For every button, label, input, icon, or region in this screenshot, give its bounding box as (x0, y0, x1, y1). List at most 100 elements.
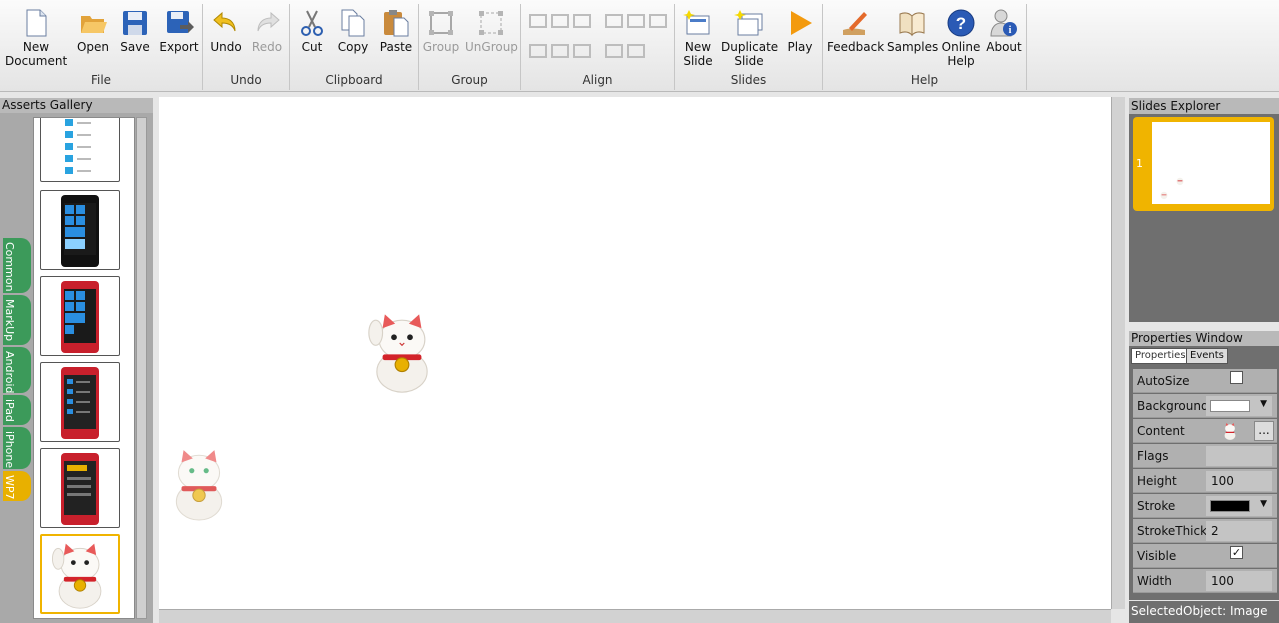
cut-button[interactable]: Cut (294, 8, 330, 54)
scissors-icon (301, 10, 323, 36)
prop-content-row: Content ... (1133, 419, 1277, 443)
group-group: Group UnGroup Group (419, 4, 521, 90)
phone-menu-thumbnail (65, 119, 91, 174)
group-icon (429, 11, 453, 35)
width-field[interactable]: 100 (1206, 571, 1272, 591)
prop-visible-row: Visible ✓ (1133, 544, 1277, 568)
prop-width-row: Width 100 (1133, 569, 1277, 593)
about-info-icon: i (990, 9, 1017, 37)
slide-canvas[interactable] (159, 97, 1111, 609)
slides-group: New Slide Duplicate Slide Play Slides (675, 4, 823, 90)
redo-arrow-icon (257, 11, 280, 32)
ribbon: New Document Open Save Export File Undo … (0, 0, 1279, 92)
file-group: New Document Open Save Export File (0, 4, 203, 90)
canvas-vertical-scrollbar[interactable] (1111, 97, 1125, 609)
prop-flags-row: Flags (1133, 444, 1277, 468)
lucky-cat-image[interactable] (163, 433, 235, 533)
selected-object-status: SelectedObject: Image (1129, 601, 1279, 623)
help-group: Feedback Samples ? Online Help i About H… (823, 4, 1027, 90)
new-slide-button[interactable]: New Slide (679, 8, 717, 68)
feedback-button[interactable]: Feedback (827, 8, 884, 54)
file-group-label: File (90, 73, 112, 87)
export-button[interactable]: Export (159, 8, 199, 54)
gallery-item[interactable] (40, 362, 120, 442)
samples-book-icon (899, 12, 925, 37)
gallery-item[interactable] (40, 190, 120, 270)
prop-label: Width (1137, 574, 1172, 588)
slides-explorer-title: Slides Explorer (1129, 98, 1279, 114)
lucky-cat-thumbnail (51, 543, 102, 609)
open-button[interactable]: Open (75, 8, 111, 54)
distribute-horizontal-icon[interactable] (605, 44, 623, 58)
content-browse-button[interactable]: ... (1254, 421, 1274, 441)
same-size-icon[interactable] (649, 14, 667, 28)
gallery-item[interactable] (40, 276, 120, 356)
new-document-icon (26, 9, 47, 37)
duplicate-slide-icon (734, 10, 763, 36)
autosize-checkbox[interactable] (1230, 371, 1243, 384)
help-group-label: Help (910, 73, 939, 87)
prop-label: AutoSize (1137, 374, 1190, 388)
slide-thumbnail[interactable]: 1 (1133, 117, 1274, 211)
about-button[interactable]: i About (985, 8, 1023, 54)
tab-common[interactable]: Common (3, 238, 31, 293)
clipboard-group-label: Clipboard (325, 73, 383, 87)
redo-button[interactable]: Redo (249, 8, 285, 54)
gallery-item-selected[interactable] (40, 534, 120, 614)
tab-events[interactable]: Events (1186, 348, 1228, 364)
duplicate-slide-button[interactable]: Duplicate Slide (721, 8, 778, 68)
visible-checkbox[interactable]: ✓ (1230, 546, 1243, 559)
undo-button[interactable]: Undo (208, 8, 244, 54)
copy-button[interactable]: Copy (335, 8, 371, 54)
height-field[interactable]: 100 (1206, 471, 1272, 491)
same-height-icon[interactable] (627, 14, 645, 28)
help-question-icon: ? (947, 9, 975, 37)
group-button[interactable]: Group (421, 8, 461, 54)
tab-markup[interactable]: MarkUp (3, 295, 31, 345)
save-button[interactable]: Save (118, 8, 152, 54)
same-width-icon[interactable] (605, 14, 623, 28)
align-top-icon[interactable] (529, 44, 547, 58)
online-help-button[interactable]: ? Online Help (941, 8, 981, 68)
svg-text:i: i (1009, 25, 1012, 36)
properties-window-title: Properties Window (1129, 331, 1279, 346)
align-middle-icon[interactable] (551, 44, 569, 58)
canvas-horizontal-scrollbar[interactable] (159, 609, 1111, 623)
gallery-scrollbar[interactable] (136, 117, 147, 619)
strokethick-field[interactable]: 2 (1206, 521, 1272, 541)
gallery-item[interactable] (40, 118, 120, 182)
ungroup-button[interactable]: UnGroup (465, 8, 518, 54)
align-bottom-icon[interactable] (573, 44, 591, 58)
gallery-title: Asserts Gallery (0, 98, 153, 113)
lucky-cat-image[interactable] (362, 301, 442, 401)
play-icon (791, 11, 812, 35)
assets-gallery: Common MarkUp Android iPad iPhone WP7 (0, 113, 153, 623)
new-document-button[interactable]: New Document (5, 8, 67, 68)
prop-label: Content (1137, 424, 1185, 438)
align-center-icon[interactable] (551, 14, 569, 28)
wp7-red-phone-list-thumbnail (61, 367, 99, 439)
align-left-icon[interactable] (529, 14, 547, 28)
prop-background-row: Background ▼ (1133, 394, 1277, 418)
tab-ipad[interactable]: iPad (3, 395, 31, 425)
chevron-down-icon: ▼ (1260, 399, 1267, 409)
align-right-icon[interactable] (573, 14, 591, 28)
copy-icon (341, 9, 365, 37)
tab-iphone[interactable]: iPhone (3, 427, 31, 469)
tab-properties[interactable]: Properties (1131, 348, 1190, 364)
stroke-color-picker[interactable]: ▼ (1206, 496, 1272, 516)
background-color-picker[interactable]: ▼ (1206, 396, 1272, 416)
wp7-black-phone-thumbnail (61, 195, 99, 267)
distribute-vertical-icon[interactable] (627, 44, 645, 58)
tab-android[interactable]: Android (3, 347, 31, 394)
prop-autosize-row: AutoSize (1133, 369, 1277, 393)
tab-wp7[interactable]: WP7 (3, 471, 31, 501)
play-button[interactable]: Play (783, 8, 817, 54)
cat-mini-icon (1160, 191, 1168, 200)
flags-field[interactable] (1206, 446, 1272, 466)
samples-button[interactable]: Samples (887, 8, 938, 54)
align-group: Align (521, 4, 675, 90)
color-swatch (1210, 400, 1250, 412)
gallery-item[interactable] (40, 448, 120, 528)
paste-button[interactable]: Paste (377, 8, 415, 54)
